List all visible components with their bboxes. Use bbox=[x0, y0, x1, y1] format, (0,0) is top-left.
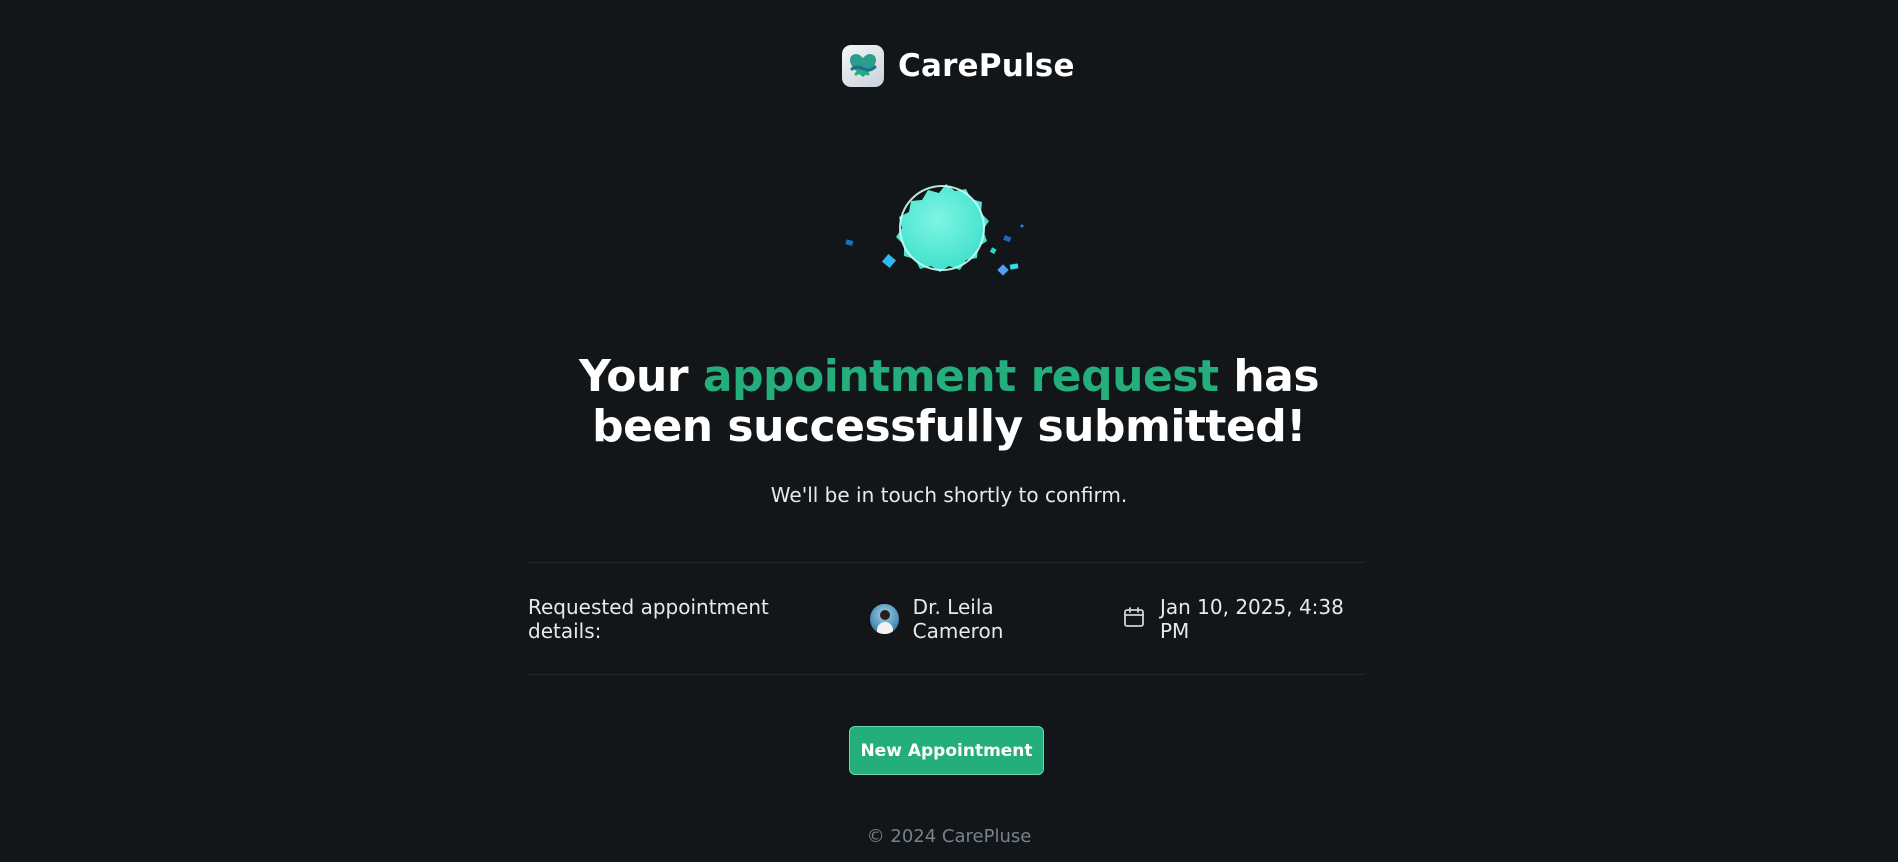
headline-accent: appointment request bbox=[702, 351, 1219, 402]
doctor-info: Dr. Leila Cameron bbox=[870, 595, 1080, 643]
success-badge-icon bbox=[844, 158, 1036, 298]
details-label: Requested appointment details: bbox=[528, 595, 769, 643]
calendar-icon bbox=[1122, 605, 1146, 634]
appointment-datetime: Jan 10, 2025, 4:38 PM bbox=[1122, 595, 1365, 643]
headline-prefix: Your bbox=[578, 351, 703, 402]
doctor-avatar bbox=[870, 604, 899, 634]
page-title: Your appointment request has been succes… bbox=[549, 352, 1349, 452]
brand-logo[interactable]: CarePulse bbox=[842, 44, 1075, 88]
brand-name: CarePulse bbox=[898, 48, 1075, 84]
heart-hands-icon bbox=[842, 45, 884, 87]
appointment-details: Requested appointment details: Dr. Leila… bbox=[528, 595, 1365, 643]
divider-bottom bbox=[528, 674, 1365, 675]
footer-copyright: © 2024 CarePluse bbox=[866, 826, 1032, 847]
success-page: CarePulse Your appointment request has b… bbox=[0, 0, 1898, 862]
confirmation-subtext: We'll be in touch shortly to confirm. bbox=[770, 483, 1128, 507]
datetime-text: Jan 10, 2025, 4:38 PM bbox=[1159, 595, 1344, 643]
doctor-name: Dr. Leila Cameron bbox=[912, 595, 1004, 643]
divider-top bbox=[528, 562, 1365, 563]
new-appointment-button[interactable]: New Appointment bbox=[849, 726, 1044, 775]
